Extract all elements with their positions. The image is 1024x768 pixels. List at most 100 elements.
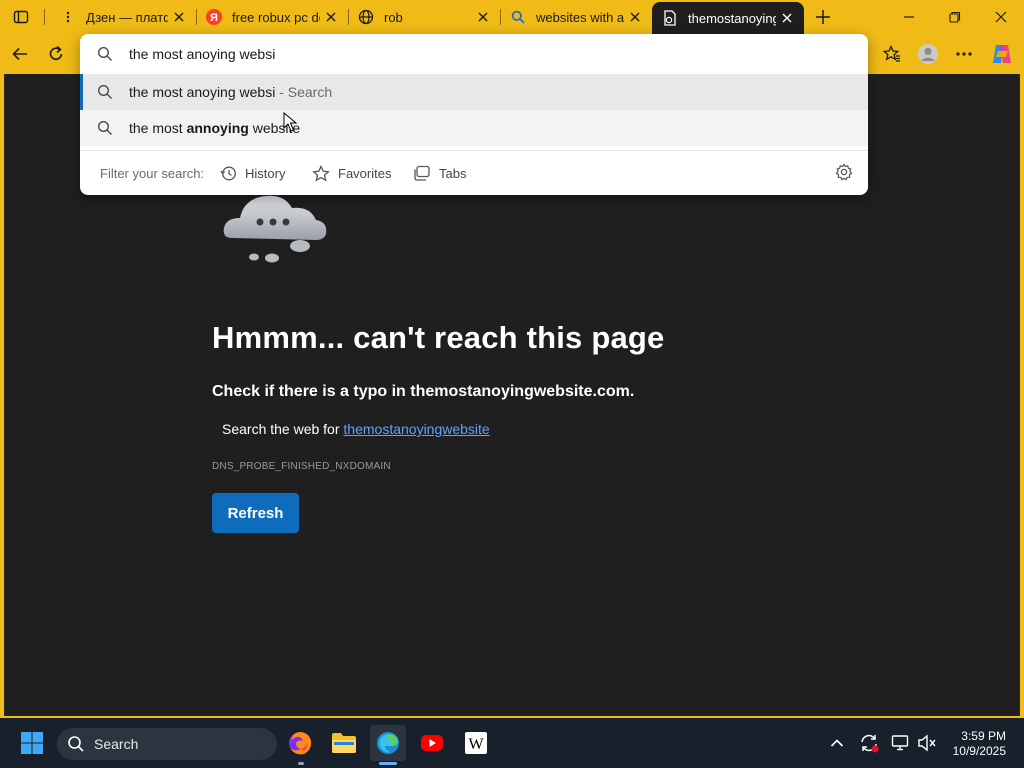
broken-page-icon bbox=[662, 10, 678, 26]
search-web-link[interactable]: themostanoyingwebsite bbox=[343, 421, 489, 437]
firefox-app[interactable] bbox=[282, 725, 318, 761]
sync-icon bbox=[861, 734, 879, 753]
avatar-icon bbox=[918, 44, 938, 64]
filter-tabs-label: Tabs bbox=[439, 165, 467, 181]
window-border bbox=[1020, 74, 1024, 718]
tab-themostanoying-active[interactable]: themostanoyingw bbox=[652, 2, 804, 34]
error-title: Hmmm... can't reach this page bbox=[212, 320, 665, 355]
wikipedia-app[interactable]: W bbox=[458, 725, 494, 761]
refresh-button[interactable]: Refresh bbox=[212, 493, 299, 533]
close-icon bbox=[995, 11, 1007, 23]
search-icon bbox=[510, 9, 526, 25]
restore-icon bbox=[949, 11, 961, 23]
tab-title: websites with a lo bbox=[536, 9, 624, 25]
close-window-button[interactable] bbox=[978, 0, 1024, 34]
tab-zen[interactable]: Дзен — платфор bbox=[50, 0, 196, 34]
taskbar-search[interactable]: Search bbox=[57, 728, 277, 760]
globe-icon bbox=[358, 9, 374, 25]
taskbar-search-label: Search bbox=[94, 736, 139, 752]
close-tab-icon[interactable] bbox=[624, 6, 646, 28]
close-tab-icon[interactable] bbox=[472, 6, 494, 28]
reload-icon bbox=[49, 45, 63, 60]
copilot-button[interactable] bbox=[988, 40, 1016, 68]
svg-text:W: W bbox=[468, 736, 484, 753]
sync-tray-button[interactable] bbox=[858, 732, 880, 754]
tab-rob[interactable]: rob bbox=[348, 0, 500, 34]
tab-title: Дзен — платфор bbox=[86, 9, 168, 25]
close-tab-icon[interactable] bbox=[776, 7, 798, 29]
network-monitor-icon bbox=[891, 735, 909, 751]
windows-logo-icon bbox=[21, 732, 43, 754]
close-tab-icon[interactable] bbox=[320, 6, 342, 28]
network-tray-button[interactable] bbox=[890, 732, 912, 754]
search-prefix: Search the web for bbox=[222, 421, 340, 437]
gear-icon[interactable] bbox=[835, 163, 853, 181]
copilot-icon bbox=[993, 45, 1011, 63]
file-explorer-app[interactable] bbox=[326, 725, 362, 761]
chevron-up-icon bbox=[830, 739, 844, 747]
start-button[interactable] bbox=[14, 725, 50, 761]
address-bar-dropdown: the most anoying websi the most anoying … bbox=[80, 34, 868, 195]
clock-time: 3:59 PM bbox=[961, 729, 1006, 743]
suggestion-item[interactable]: the most anoying websi - Search bbox=[80, 74, 868, 110]
more-dots-icon bbox=[956, 52, 972, 56]
tab-title: free robux pc do bbox=[232, 9, 320, 25]
favorites-star-icon bbox=[883, 45, 900, 62]
suggestion-bold: annoying bbox=[186, 120, 249, 136]
tabs-icon bbox=[414, 165, 430, 181]
selection-indicator bbox=[80, 74, 83, 110]
wikipedia-icon: W bbox=[465, 732, 487, 754]
tab-separator bbox=[44, 9, 45, 25]
svg-text:Я: Я bbox=[210, 12, 218, 24]
volume-tray-button[interactable] bbox=[916, 732, 938, 754]
title-bar: Дзен — платфор Я free robux pc do rob we… bbox=[0, 0, 1024, 34]
address-input-text: the most anoying websi bbox=[129, 46, 276, 62]
search-icon bbox=[97, 84, 112, 99]
thinking-cloud-icon bbox=[218, 188, 334, 273]
search-icon bbox=[68, 736, 84, 752]
filter-label: Filter your search: bbox=[100, 166, 205, 181]
folder-icon bbox=[332, 733, 356, 753]
filter-history[interactable]: History bbox=[220, 162, 285, 184]
active-indicator bbox=[379, 762, 397, 765]
history-icon bbox=[220, 166, 236, 180]
zen-icon bbox=[60, 9, 76, 25]
close-tab-icon[interactable] bbox=[168, 6, 190, 28]
suggestion-item[interactable]: the most annoying website bbox=[80, 110, 868, 146]
new-tab-button[interactable] bbox=[810, 4, 836, 30]
search-icon bbox=[97, 46, 112, 61]
filter-favorites-label: Favorites bbox=[338, 165, 392, 181]
error-code: DNS_PROBE_FINISHED_NXDOMAIN bbox=[212, 461, 391, 472]
tab-websites-search[interactable]: websites with a lo bbox=[500, 0, 652, 34]
suggestion-main: the most anoying websi bbox=[129, 84, 276, 100]
taskbar-clock[interactable]: 3:59 PM 10/9/2025 bbox=[946, 729, 1006, 759]
taskbar: Search W 3:59 PM 10/9/2025 bbox=[0, 718, 1024, 768]
mouse-cursor-icon bbox=[283, 112, 297, 132]
minimize-button[interactable] bbox=[886, 0, 932, 34]
suggestion-text: the most anoying websi - Search bbox=[129, 84, 332, 100]
reload-button[interactable] bbox=[42, 40, 70, 68]
show-hidden-icons-button[interactable] bbox=[826, 732, 848, 754]
suggestion-prefix: the most bbox=[129, 120, 187, 136]
plus-icon bbox=[816, 10, 830, 24]
edge-app-active[interactable] bbox=[370, 725, 406, 761]
restore-button[interactable] bbox=[932, 0, 978, 34]
filter-history-label: History bbox=[245, 165, 286, 181]
yandex-icon: Я bbox=[206, 9, 222, 25]
filter-tabs[interactable]: Tabs bbox=[413, 162, 466, 184]
firefox-icon bbox=[289, 732, 312, 755]
error-check-text: Check if there is a typo in themostanoyi… bbox=[212, 383, 635, 400]
profile-button[interactable] bbox=[914, 40, 942, 68]
suggestion-text: the most annoying website bbox=[129, 120, 300, 136]
search-suggestion-line: Search the web for themostanoyingwebsite bbox=[222, 421, 490, 437]
tab-actions-button[interactable] bbox=[8, 5, 34, 29]
settings-more-button[interactable] bbox=[950, 40, 978, 68]
youtube-app[interactable] bbox=[414, 725, 450, 761]
youtube-icon bbox=[421, 735, 443, 751]
edge-icon bbox=[377, 732, 399, 754]
back-button[interactable] bbox=[6, 40, 34, 68]
address-input[interactable]: the most anoying websi bbox=[80, 34, 868, 74]
tab-free-robux[interactable]: Я free robux pc do bbox=[196, 0, 348, 34]
filter-favorites[interactable]: Favorites bbox=[312, 162, 391, 184]
favorites-button[interactable] bbox=[878, 40, 906, 68]
